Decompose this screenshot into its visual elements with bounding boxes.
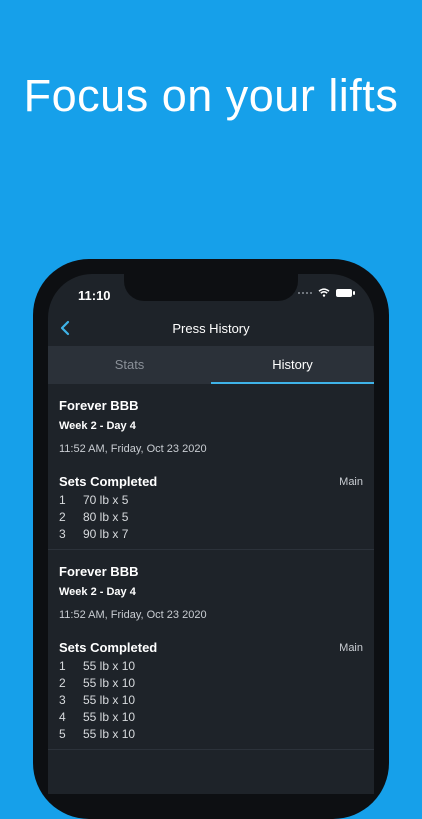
tab-bar: Stats History [48,346,374,384]
set-row: 2 80 lb x 5 [59,509,363,526]
sets-tag: Main [339,642,363,654]
sets-header: Sets Completed Main [59,472,363,492]
history-entry[interactable]: Forever BBB Week 2 - Day 4 11:52 AM, Fri… [48,550,374,750]
signal-icon [298,291,312,294]
status-icons [298,288,355,297]
set-number: 5 [59,727,66,741]
set-number: 2 [59,676,66,690]
set-row: 5 55 lb x 10 [59,726,363,743]
set-row: 3 55 lb x 10 [59,692,363,709]
timestamp: 11:52 AM, Friday, Oct 23 2020 [59,609,207,621]
set-number: 1 [59,493,66,507]
phone-notch [124,274,298,301]
set-row: 1 55 lb x 10 [59,658,363,675]
history-list: Forever BBB Week 2 - Day 4 11:52 AM, Fri… [48,384,374,750]
history-entry[interactable]: Forever BBB Week 2 - Day 4 11:52 AM, Fri… [48,384,374,550]
tab-stats[interactable]: Stats [48,346,211,384]
set-detail: 55 lb x 10 [83,659,136,673]
program-name: Forever BBB [59,398,139,413]
app-screen: 11:10 Press History Stats History Foreve… [48,274,374,794]
sets-list: 1 70 lb x 5 2 80 lb x 5 3 90 lb x 7 [59,492,363,549]
program-name: Forever BBB [59,564,139,579]
set-detail: 55 lb x 10 [83,710,136,724]
set-detail: 55 lb x 10 [83,693,136,707]
set-detail: 55 lb x 10 [83,727,136,741]
timestamp: 11:52 AM, Friday, Oct 23 2020 [59,443,207,455]
set-detail: 55 lb x 10 [83,676,136,690]
set-row: 1 70 lb x 5 [59,492,363,509]
status-time: 11:10 [78,288,111,303]
sets-list: 1 55 lb x 10 2 55 lb x 10 3 55 lb x 10 4… [59,658,363,749]
set-row: 2 55 lb x 10 [59,675,363,692]
set-number: 2 [59,510,66,524]
set-detail: 70 lb x 5 [83,493,129,507]
set-number: 3 [59,693,66,707]
set-row: 3 90 lb x 7 [59,526,363,543]
page-title: Press History [172,321,250,336]
week-day-label: Week 2 - Day 4 [59,586,136,598]
sets-header: Sets Completed Main [59,638,363,658]
set-number: 3 [59,527,66,541]
set-detail: 90 lb x 7 [83,527,129,541]
sets-title: Sets Completed [59,640,158,655]
nav-bar: Press History [48,314,374,344]
marketing-headline: Focus on your lifts [23,70,399,121]
sets-tag: Main [339,476,363,488]
set-row: 4 55 lb x 10 [59,709,363,726]
battery-icon [336,288,355,297]
tab-history[interactable]: History [211,346,374,384]
week-day-label: Week 2 - Day 4 [59,420,136,432]
wifi-icon [318,288,330,297]
sets-title: Sets Completed [59,474,158,489]
set-number: 4 [59,710,66,724]
set-number: 1 [59,659,66,673]
set-detail: 80 lb x 5 [83,510,129,524]
